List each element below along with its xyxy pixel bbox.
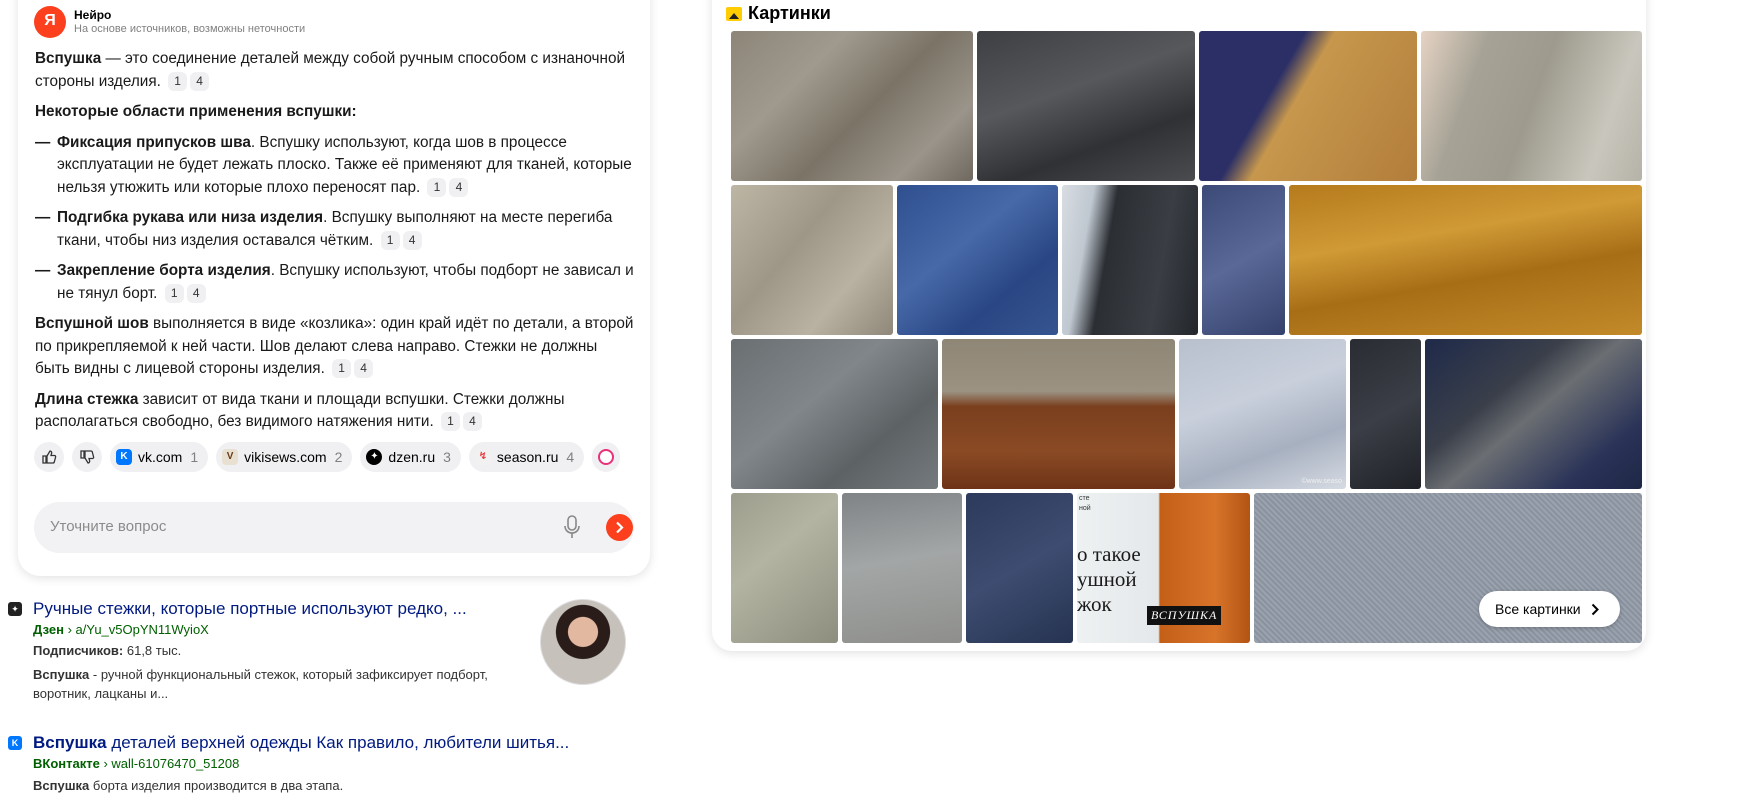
citation-link[interactable]: 1 bbox=[168, 71, 188, 91]
image-thumbnail[interactable] bbox=[1199, 31, 1417, 181]
image-thumbnail[interactable]: сте ной о такое ушной жок ВСПУШКА bbox=[1077, 493, 1250, 643]
season-icon: ↯ bbox=[474, 449, 491, 465]
neuro-answer-card: Я Нейро На основе источников, возможны н… bbox=[18, 0, 650, 576]
chevron-right-icon bbox=[616, 521, 624, 534]
image-thumbnail[interactable] bbox=[942, 339, 1175, 489]
like-button[interactable] bbox=[34, 442, 64, 472]
image-thumbnail[interactable] bbox=[1421, 31, 1642, 181]
citation-link[interactable]: 4 bbox=[354, 359, 374, 378]
source-chip-more[interactable] bbox=[592, 442, 621, 472]
target-icon bbox=[598, 449, 615, 465]
result-title-link[interactable]: Вспушка деталей верхней одежды Как прави… bbox=[33, 733, 569, 753]
search-result: K Вспушка деталей верхней одежды Как пра… bbox=[8, 733, 628, 803]
source-chip-season[interactable]: ↯ season.ru 4 bbox=[468, 442, 585, 472]
thumbs-up-icon bbox=[42, 450, 57, 464]
neuro-header: Я Нейро На основе источников, возможны н… bbox=[34, 6, 305, 38]
answer-paragraph: Вспушка — это соединение деталей между с… bbox=[35, 50, 626, 91]
chevron-right-icon bbox=[1591, 603, 1599, 615]
image-badge: ВСПУШКА bbox=[1147, 606, 1222, 625]
citation-link[interactable]: 1 bbox=[332, 359, 352, 378]
image-caption: ной bbox=[1079, 505, 1091, 512]
answer-heading: Некоторые области применения вспушки: bbox=[35, 103, 357, 120]
source-chip-vikisews[interactable]: V vikisews.com 2 bbox=[216, 442, 353, 472]
send-button[interactable] bbox=[606, 514, 633, 541]
image-thumbnail[interactable] bbox=[731, 493, 838, 643]
result-title-link[interactable]: Ручные стежки, которые портные использую… bbox=[33, 599, 467, 619]
vk-icon: K bbox=[8, 736, 22, 750]
image-thumbnail[interactable] bbox=[1289, 185, 1642, 335]
image-thumbnail[interactable] bbox=[731, 31, 973, 181]
list-item: Закрепление борта изделия. Вспушку испол… bbox=[35, 260, 635, 305]
vikisews-icon: V bbox=[222, 449, 239, 465]
answer-paragraph: Вспушной шов выполняется в виде «козлика… bbox=[35, 315, 634, 378]
citation-link[interactable]: 4 bbox=[449, 177, 469, 197]
image-thumbnail[interactable] bbox=[977, 31, 1195, 181]
image-caption: ушной bbox=[1077, 567, 1137, 591]
author-avatar[interactable] bbox=[540, 599, 626, 685]
microphone-icon[interactable] bbox=[564, 515, 580, 539]
dzen-icon: ✦ bbox=[8, 602, 22, 616]
image-thumbnail[interactable]: ©www.seaso bbox=[1179, 339, 1346, 489]
citation-link[interactable]: 4 bbox=[462, 412, 482, 431]
result-snippet: Вспушка борта изделия производится в два… bbox=[33, 778, 344, 793]
image-caption: жок bbox=[1077, 592, 1112, 616]
image-thumbnail[interactable] bbox=[731, 339, 938, 489]
citation-link[interactable]: 4 bbox=[186, 283, 206, 303]
neuro-disclaimer: На основе источников, возможны неточност… bbox=[74, 23, 306, 35]
answer-list: Фиксация припусков шва. Вспушку использу… bbox=[35, 132, 635, 306]
vk-icon: K bbox=[116, 449, 132, 465]
image-thumbnail[interactable] bbox=[897, 185, 1058, 335]
result-snippet: Вспушка - ручной функциональный стежок, … bbox=[33, 667, 488, 701]
source-chip-dzen[interactable]: ✦ dzen.ru 3 bbox=[360, 442, 461, 472]
search-result: ✦ Ручные стежки, которые портные использ… bbox=[8, 599, 568, 701]
citation-link[interactable]: 1 bbox=[164, 283, 184, 303]
neuro-actions-bar: K vk.com 1 V vikisews.com 2 ✦ dzen.ru 3 ↯ s… bbox=[34, 441, 634, 473]
followup-placeholder: Уточните вопрос bbox=[50, 518, 167, 535]
citation-link[interactable]: 4 bbox=[402, 230, 422, 250]
images-title: Картинки bbox=[748, 3, 831, 23]
answer-paragraph: Длина стежка зависит от вида ткани и пло… bbox=[35, 390, 565, 431]
neuro-answer-text: Вспушка — это соединение деталей между с… bbox=[35, 48, 635, 442]
citation-link[interactable]: 1 bbox=[427, 177, 447, 197]
citation-link[interactable]: 1 bbox=[380, 230, 400, 250]
followup-input[interactable]: Уточните вопрос bbox=[34, 502, 634, 553]
result-breadcrumb[interactable]: ВКонтакте › wall-61076470_51208 bbox=[33, 756, 239, 771]
image-caption: сте bbox=[1079, 495, 1090, 502]
image-icon bbox=[726, 6, 742, 21]
result-subscribers: Подписчиков: 61,8 тыс. bbox=[33, 643, 182, 658]
result-breadcrumb[interactable]: Дзен › a/Yu_v5OpYN11WyioX bbox=[33, 622, 209, 637]
dzen-icon: ✦ bbox=[366, 449, 383, 465]
image-thumbnail[interactable] bbox=[1062, 185, 1198, 335]
image-thumbnail[interactable] bbox=[731, 185, 893, 335]
neuro-title: Нейро bbox=[74, 8, 112, 22]
image-thumbnail[interactable] bbox=[842, 493, 962, 643]
list-item: Подгибка рукава или низа изделия. Вспушк… bbox=[35, 207, 635, 252]
source-chip-vk[interactable]: K vk.com 1 bbox=[110, 442, 209, 472]
images-header[interactable]: Картинки bbox=[726, 3, 831, 24]
neuro-logo-icon: Я bbox=[34, 6, 66, 38]
dislike-button[interactable] bbox=[72, 442, 102, 472]
image-watermark: ©www.seaso bbox=[1301, 478, 1342, 485]
thumbs-down-icon bbox=[80, 450, 95, 464]
citation-link[interactable]: 1 bbox=[440, 412, 460, 431]
image-thumbnail[interactable] bbox=[1202, 185, 1285, 335]
image-thumbnail[interactable] bbox=[966, 493, 1073, 643]
citation-link[interactable]: 4 bbox=[190, 71, 210, 91]
image-caption: о такое bbox=[1077, 542, 1141, 566]
list-item: Фиксация припусков шва. Вспушку использу… bbox=[35, 132, 635, 200]
image-thumbnail[interactable] bbox=[1425, 339, 1642, 489]
all-images-button[interactable]: Все картинки bbox=[1479, 591, 1620, 627]
image-thumbnail[interactable] bbox=[1350, 339, 1421, 489]
